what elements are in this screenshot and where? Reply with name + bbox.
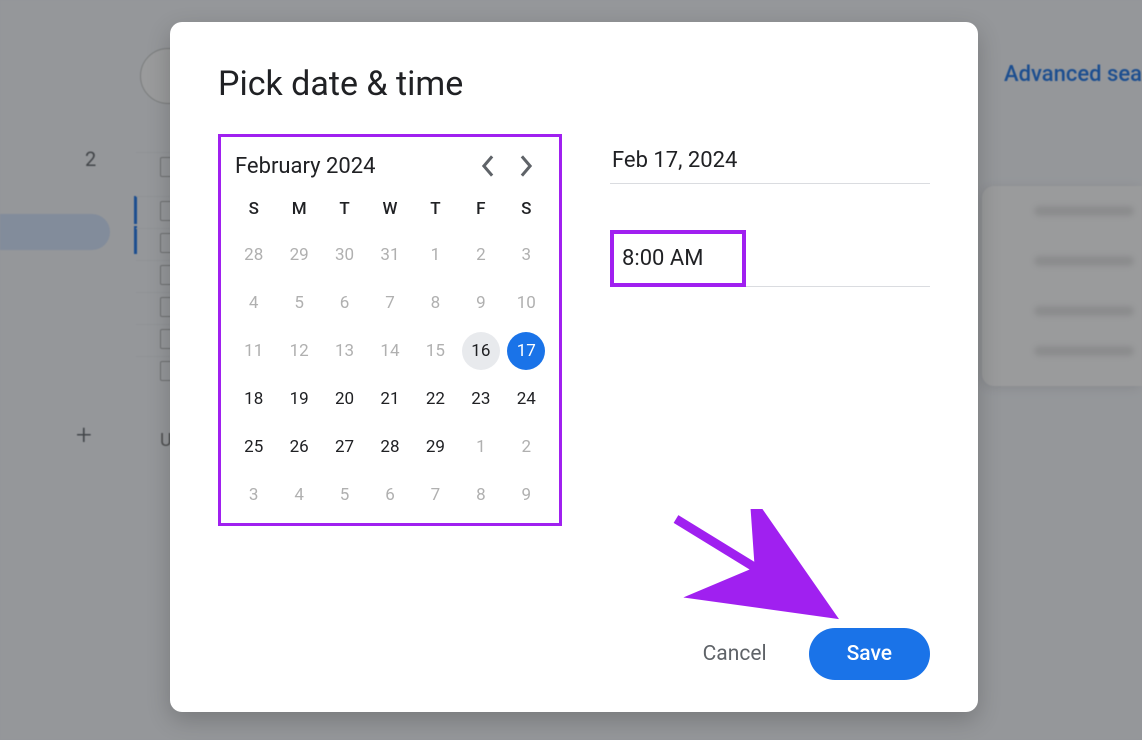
calendar-day[interactable]: 5 xyxy=(276,279,321,327)
calendar-day[interactable]: 17 xyxy=(504,327,549,375)
calendar-day[interactable]: 1 xyxy=(413,231,458,279)
calendar-dow: S xyxy=(231,187,276,231)
calendar-month-label: February 2024 xyxy=(235,154,469,179)
calendar-day[interactable]: 31 xyxy=(367,231,412,279)
calendar-day[interactable]: 16 xyxy=(458,327,503,375)
calendar-day[interactable]: 10 xyxy=(504,279,549,327)
calendar-day[interactable]: 9 xyxy=(504,471,549,519)
calendar-day[interactable]: 23 xyxy=(458,375,503,423)
calendar-day[interactable]: 14 xyxy=(367,327,412,375)
calendar-dow: M xyxy=(276,187,321,231)
cancel-button[interactable]: Cancel xyxy=(685,630,785,678)
calendar-day[interactable]: 19 xyxy=(276,375,321,423)
calendar-day[interactable]: 26 xyxy=(276,423,321,471)
calendar-day[interactable]: 24 xyxy=(504,375,549,423)
calendar-day[interactable]: 4 xyxy=(276,471,321,519)
calendar-day[interactable]: 2 xyxy=(504,423,549,471)
dialog-title: Pick date & time xyxy=(218,64,930,104)
calendar-day[interactable]: 1 xyxy=(458,423,503,471)
pick-date-time-dialog: Pick date & time February 2024 SMTWTFS 2… xyxy=(170,22,978,712)
calendar-day[interactable]: 25 xyxy=(231,423,276,471)
calendar-day[interactable]: 6 xyxy=(367,471,412,519)
calendar-dow: T xyxy=(413,187,458,231)
calendar-day[interactable]: 18 xyxy=(231,375,276,423)
calendar-day[interactable]: 7 xyxy=(413,471,458,519)
calendar-day[interactable]: 6 xyxy=(322,279,367,327)
calendar-day[interactable]: 15 xyxy=(413,327,458,375)
prev-month-button[interactable] xyxy=(469,147,507,185)
time-input-highlight xyxy=(610,230,746,287)
calendar-day[interactable]: 13 xyxy=(322,327,367,375)
calendar-day[interactable]: 21 xyxy=(367,375,412,423)
calendar-day[interactable]: 8 xyxy=(458,471,503,519)
calendar-day[interactable]: 12 xyxy=(276,327,321,375)
calendar-dow: T xyxy=(322,187,367,231)
calendar-day[interactable]: 3 xyxy=(231,471,276,519)
calendar-day[interactable]: 28 xyxy=(367,423,412,471)
calendar-day[interactable]: 28 xyxy=(231,231,276,279)
save-button[interactable]: Save xyxy=(809,628,930,680)
date-input[interactable] xyxy=(610,142,930,184)
time-input[interactable] xyxy=(620,236,740,281)
next-month-button[interactable] xyxy=(507,147,545,185)
chevron-left-icon xyxy=(481,155,495,177)
chevron-right-icon xyxy=(519,155,533,177)
calendar-dow: W xyxy=(367,187,412,231)
calendar-day[interactable]: 29 xyxy=(276,231,321,279)
calendar-dow: F xyxy=(458,187,503,231)
calendar-day[interactable]: 11 xyxy=(231,327,276,375)
calendar-day[interactable]: 2 xyxy=(458,231,503,279)
calendar-day[interactable]: 4 xyxy=(231,279,276,327)
calendar-dow: S xyxy=(504,187,549,231)
calendar-day[interactable]: 3 xyxy=(504,231,549,279)
calendar-day[interactable]: 7 xyxy=(367,279,412,327)
calendar-day[interactable]: 30 xyxy=(322,231,367,279)
calendar-day[interactable]: 29 xyxy=(413,423,458,471)
calendar-day[interactable]: 8 xyxy=(413,279,458,327)
calendar-day[interactable]: 9 xyxy=(458,279,503,327)
calendar-day[interactable]: 22 xyxy=(413,375,458,423)
calendar-day[interactable]: 20 xyxy=(322,375,367,423)
calendar-day[interactable]: 27 xyxy=(322,423,367,471)
calendar-picker: February 2024 SMTWTFS 282930311234567891… xyxy=(218,134,562,526)
calendar-day[interactable]: 5 xyxy=(322,471,367,519)
